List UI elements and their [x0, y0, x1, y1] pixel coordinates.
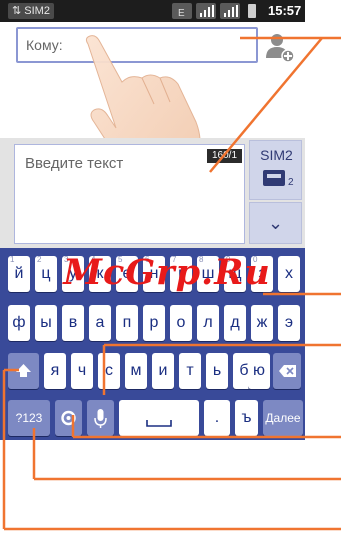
callout-lines — [2, 36, 341, 531]
callout-line-message — [209, 37, 323, 173]
